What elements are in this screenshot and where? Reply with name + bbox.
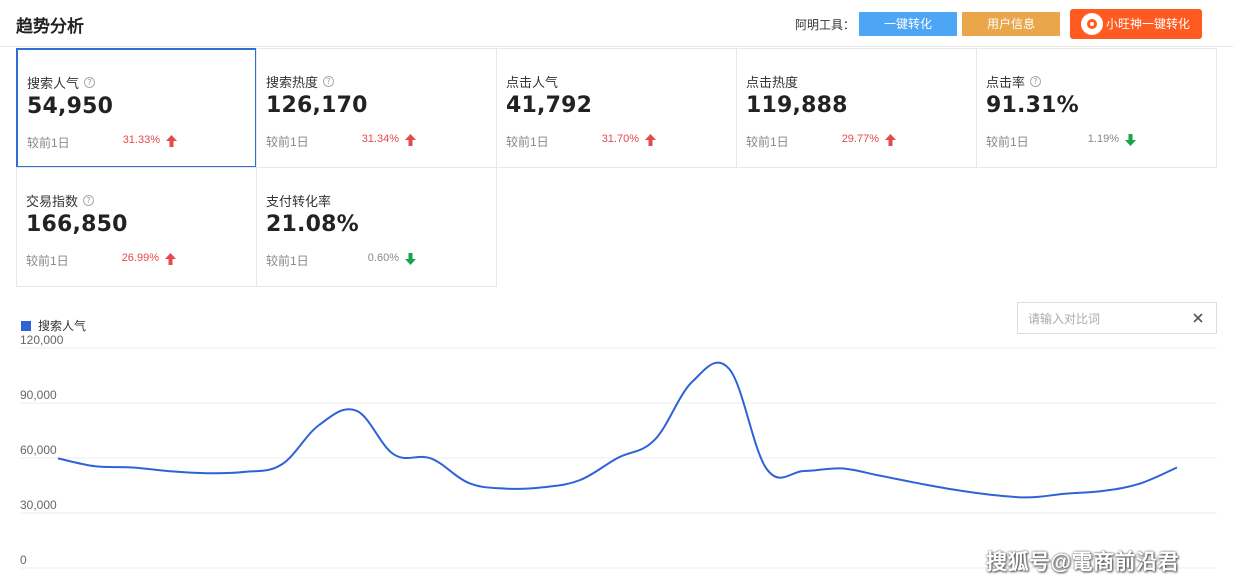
metric-title-label: 点击热度 <box>746 75 799 90</box>
metric-title: 搜索热度? <box>266 72 335 91</box>
metric-title-label: 交易指数 <box>26 194 79 209</box>
metric-change-percent: 1.19% <box>1087 133 1119 145</box>
metric-value: 166,850 <box>26 212 128 237</box>
metric-title: 搜索人气? <box>27 73 96 92</box>
help-icon[interactable]: ? <box>1030 76 1042 87</box>
metric-card[interactable]: 点击率? 91.31% 较前1日 1.19% <box>976 48 1217 168</box>
one-click-convert-button[interactable]: 一键转化 <box>859 12 957 36</box>
metric-title-label: 搜索人气 <box>27 76 80 91</box>
arrow-down-icon <box>1125 134 1136 146</box>
arrow-up-icon <box>165 253 176 265</box>
y-tick-label: 120,000 <box>20 335 64 347</box>
metric-compare-label: 较前1日 <box>506 135 549 149</box>
metric-compare-label: 较前1日 <box>746 135 789 149</box>
arrow-up-icon <box>645 134 656 146</box>
metric-card[interactable]: 点击热度 119,888 较前1日 29.77% <box>736 48 977 168</box>
metric-title: 支付转化率 <box>266 191 331 210</box>
metric-title: 点击热度 <box>746 72 798 91</box>
tools-label: 阿明工具： <box>794 17 855 32</box>
metric-compare-label: 较前1日 <box>266 135 309 149</box>
legend-label: 搜索人气 <box>38 319 87 333</box>
legend-swatch <box>21 320 31 331</box>
y-tick-label: 60,000 <box>20 443 57 457</box>
watermark: 搜狐号@電商前沿君 <box>986 551 1179 574</box>
metric-title: 交易指数? <box>26 191 95 210</box>
xiaowangshen-convert-button[interactable]: 小旺神一键转化 <box>1070 9 1202 39</box>
metric-change-percent: 0.60% <box>367 252 399 264</box>
xiaowangshen-logo-icon <box>1081 13 1103 35</box>
metric-value: 126,170 <box>266 93 368 118</box>
arrow-up-icon <box>885 134 896 146</box>
metric-title: 点击率? <box>986 72 1042 91</box>
metric-title-label: 搜索热度 <box>266 75 319 90</box>
arrow-up-icon <box>166 135 177 147</box>
header: 趋势分析 阿明工具： 一键转化 用户信息 小旺神一键转化 <box>0 0 1233 47</box>
y-tick-label: 0 <box>20 553 27 567</box>
metric-title-label: 支付转化率 <box>266 194 332 209</box>
metric-change-percent: 31.33% <box>122 134 160 146</box>
metric-change-percent: 26.99% <box>121 252 159 264</box>
metric-title-label: 点击率 <box>986 75 1026 90</box>
metric-value: 119,888 <box>746 93 848 118</box>
compare-word-box <box>1017 302 1217 334</box>
chart-legend[interactable]: 搜索人气 <box>21 317 86 334</box>
xiaowangshen-convert-label: 小旺神一键转化 <box>1106 17 1191 31</box>
metric-change-percent: 31.34% <box>361 133 399 145</box>
metric-card[interactable]: 搜索人气? 54,950 较前1日 31.33% <box>16 48 257 168</box>
user-info-button[interactable]: 用户信息 <box>962 12 1060 36</box>
arrow-up-icon <box>405 134 416 146</box>
close-icon[interactable] <box>1192 312 1204 324</box>
metric-compare-label: 较前1日 <box>266 254 309 268</box>
metric-value: 91.31% <box>986 93 1079 118</box>
metric-value: 54,950 <box>27 94 114 119</box>
metric-value: 41,792 <box>506 93 593 118</box>
metric-value: 21.08% <box>266 212 359 237</box>
metric-title: 点击人气 <box>506 72 558 91</box>
compare-word-input[interactable] <box>1028 310 1178 328</box>
metric-card[interactable]: 搜索热度? 126,170 较前1日 31.34% <box>256 48 497 168</box>
arrow-down-icon <box>405 253 416 265</box>
metric-change-percent: 29.77% <box>841 133 879 145</box>
help-icon[interactable]: ? <box>84 77 96 88</box>
metric-title-label: 点击人气 <box>506 75 559 90</box>
y-tick-label: 90,000 <box>20 388 57 402</box>
toolbar: 阿明工具： 一键转化 用户信息 小旺神一键转化 <box>794 9 1202 39</box>
metric-card[interactable]: 交易指数? 166,850 较前1日 26.99% <box>16 167 257 287</box>
metric-card[interactable]: 点击人气 41,792 较前1日 31.70% <box>496 48 737 168</box>
help-icon[interactable]: ? <box>323 76 335 87</box>
metric-card[interactable]: 支付转化率 21.08% 较前1日 0.60% <box>256 167 497 287</box>
metric-compare-label: 较前1日 <box>27 136 70 150</box>
metric-compare-label: 较前1日 <box>26 254 69 268</box>
metric-compare-label: 较前1日 <box>986 135 1029 149</box>
page-title: 趋势分析 <box>16 17 84 36</box>
metric-change-percent: 31.70% <box>601 133 639 145</box>
series-line-0[interactable] <box>57 361 1178 499</box>
y-tick-label: 30,000 <box>20 498 57 512</box>
help-icon[interactable]: ? <box>83 195 95 206</box>
